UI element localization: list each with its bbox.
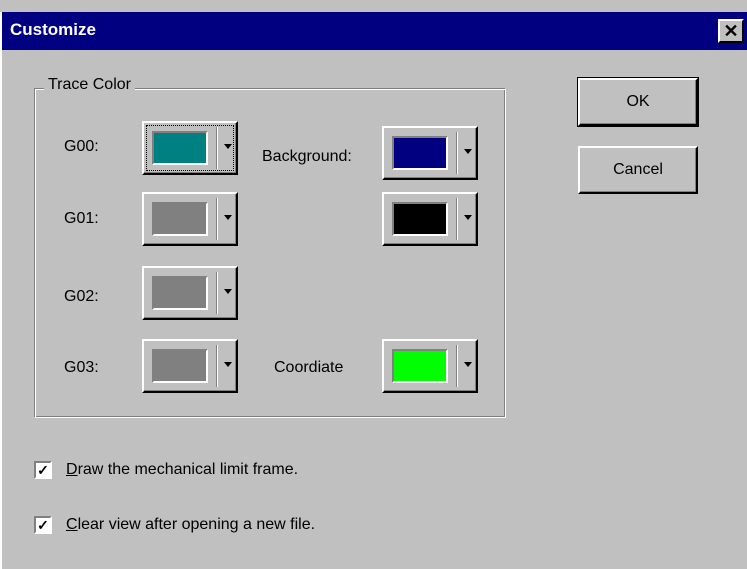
g00-label: G00: [64, 138, 99, 155]
g03-color-picker[interactable] [142, 339, 238, 393]
coordinate-color-picker[interactable] [382, 339, 478, 393]
picker-separator [216, 127, 218, 169]
picker-separator [216, 198, 218, 240]
checkmark-icon: ✓ [37, 517, 49, 533]
close-icon: ✕ [723, 21, 739, 41]
close-button[interactable]: ✕ [718, 19, 744, 43]
customize-dialog: Customize ✕ Trace Color G00: Background:… [0, 0, 747, 569]
g01-color-picker[interactable] [142, 192, 238, 246]
g01-swatch [152, 202, 208, 236]
picker-separator [456, 132, 458, 174]
clear-view-label[interactable]: Clear view after opening a new file. [66, 516, 315, 534]
draw-frame-checkbox[interactable]: ✓ [34, 461, 52, 479]
window-title: Customize [10, 20, 96, 39]
background-secondary-swatch [392, 202, 448, 236]
g00-swatch [152, 131, 208, 165]
window-frame [0, 12, 2, 569]
dropdown-arrow-icon [224, 144, 232, 149]
g01-label: G01: [64, 210, 99, 227]
checkmark-icon: ✓ [37, 462, 49, 478]
dropdown-arrow-icon [464, 362, 472, 367]
clear-view-checkbox[interactable]: ✓ [34, 516, 52, 534]
ok-button[interactable]: OK [577, 77, 699, 127]
title-bar[interactable]: Customize ✕ [2, 12, 747, 50]
picker-separator [456, 198, 458, 240]
background-secondary-color-picker[interactable] [382, 192, 478, 246]
g03-label: G03: [64, 359, 99, 376]
g02-swatch [152, 276, 208, 310]
label-text: lear view after opening a new file. [77, 516, 316, 533]
background-label: Background: [262, 148, 352, 165]
g02-color-picker[interactable] [142, 266, 238, 320]
label-text: raw the mechanical limit frame. [77, 461, 299, 478]
coordinate-label: Coordiate [274, 359, 344, 376]
picker-separator [216, 272, 218, 314]
draw-frame-label[interactable]: Draw the mechanical limit frame. [66, 461, 298, 479]
picker-separator [456, 345, 458, 387]
dropdown-arrow-icon [464, 215, 472, 220]
g00-color-picker[interactable] [142, 121, 238, 175]
dropdown-arrow-icon [224, 289, 232, 294]
g03-swatch [152, 349, 208, 383]
group-label: Trace Color [44, 76, 135, 94]
dropdown-arrow-icon [224, 215, 232, 220]
dropdown-arrow-icon [224, 362, 232, 367]
g02-label: G02: [64, 288, 99, 305]
picker-separator [216, 345, 218, 387]
background-color-picker[interactable] [382, 126, 478, 180]
mnemonic: D [66, 461, 78, 478]
cancel-button[interactable]: Cancel [578, 146, 698, 194]
background-swatch [392, 136, 448, 170]
mnemonic: C [66, 516, 78, 533]
dropdown-arrow-icon [464, 149, 472, 154]
coordinate-swatch [392, 349, 448, 383]
